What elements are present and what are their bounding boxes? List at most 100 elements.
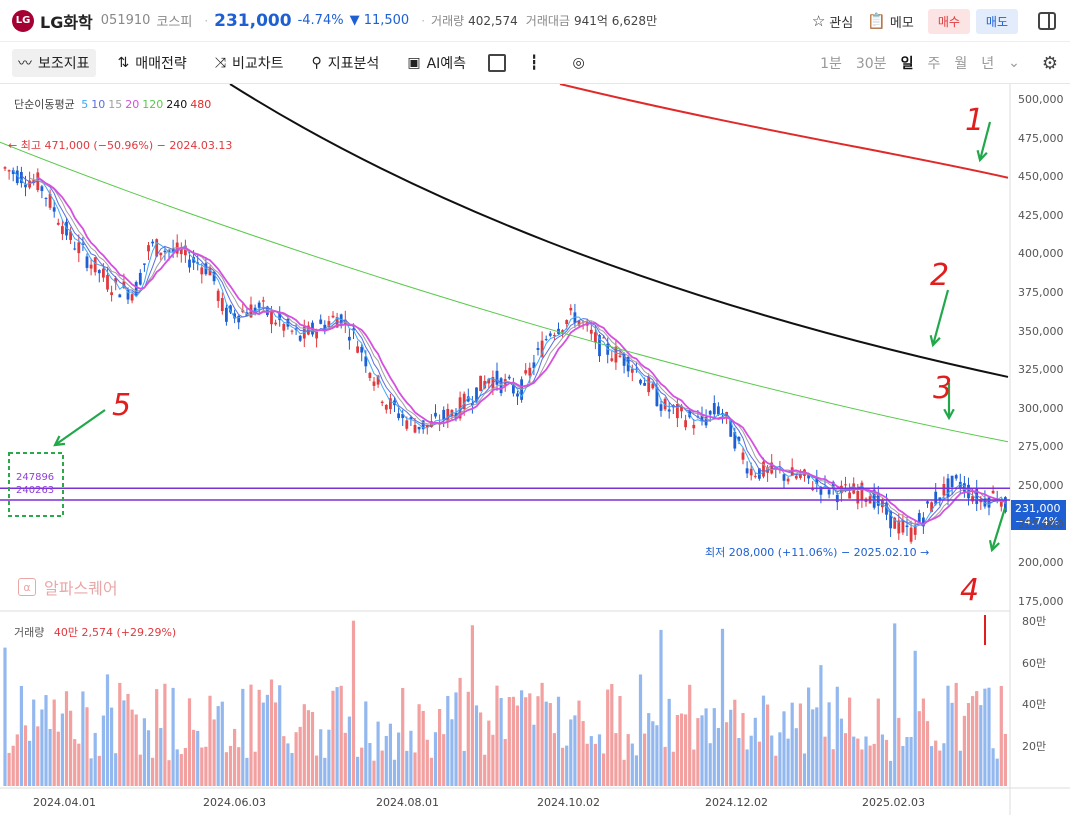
candle-body [749,468,753,476]
ma-legend-item[interactable]: 480 [190,98,211,111]
volume-bar [897,717,901,786]
y-axis-tick: 175,000 [1018,594,1064,608]
watch-button[interactable]: ☆ 관심 [812,12,853,31]
volume-bar [499,698,503,786]
period-week[interactable]: 주 [927,53,940,73]
volume-bar [995,758,999,786]
ma-legend-item[interactable]: 20 [125,98,139,111]
candle-body [188,259,191,268]
volume-bar [7,752,11,786]
memo-button[interactable]: 📋 메모 [867,12,914,31]
volume-bar [966,703,971,786]
volume-bar [761,695,766,786]
volume-bar [946,685,950,786]
period-year[interactable]: 년 [981,53,994,73]
volume-bar [286,743,290,786]
candle-body [753,475,757,477]
volume-bar [159,727,163,786]
volume-bar [643,733,647,786]
candle-body [405,420,409,429]
candle-body [548,333,552,336]
ai-predict-button[interactable]: ▣ AI예측 [401,49,472,77]
chevron-down-icon[interactable]: ⌄ [1008,55,1020,71]
volume-bar [196,730,200,786]
period-day[interactable]: 일 [901,53,914,73]
ma-legend-item[interactable]: 10 [91,98,105,111]
volume-bar [790,702,794,786]
side-panel-icon[interactable] [1038,12,1056,30]
candle-body [106,275,109,290]
volume-bar [167,760,171,786]
volume-bar [798,703,802,786]
gear-icon[interactable]: ⚙ [1042,53,1058,74]
candle-body [257,302,261,308]
x-axis-tick: 2025.02.03 [862,796,925,809]
period-1min[interactable]: 1분 [820,53,842,73]
volume-bar [425,739,429,786]
x-axis-tick: 2024.04.01 [33,796,96,809]
ma-legend-item[interactable]: 240 [166,98,187,111]
ma-legend-item[interactable]: 5 [81,98,88,111]
volume-bar [417,704,421,786]
y-axis-tick: 375,000 [1018,286,1064,299]
volume-bar [376,721,380,786]
buy-button[interactable]: 매수 [927,8,970,34]
volume-bar [577,700,581,786]
ma-legend-item[interactable]: 15 [108,98,122,111]
candle-body [97,270,101,274]
volume-bar [212,719,216,786]
watermark-text: 알파스퀘어 [44,579,118,598]
y-axis-tick: 250,000 [1018,479,1064,492]
analysis-button[interactable]: ⚲ 지표분석 [306,49,386,77]
y-axis-tick: 225,000 [1018,517,1064,531]
period-month[interactable]: 월 [954,53,967,73]
compare-button[interactable]: ⤨ 비교차트 [209,49,290,77]
y-axis-tick: 450,000 [1018,170,1064,184]
volume-bar [651,721,655,786]
volume-bar [921,698,925,786]
volume-bar [938,750,942,786]
y-axis-tick: 400,000 [1018,247,1064,261]
volume-bar [753,717,757,786]
candle-body [717,406,720,415]
volume-bar [511,696,515,786]
price-chart[interactable]: 1 2 3 4 5 [0,84,1070,815]
volume-bar [843,733,848,786]
strategy-button[interactable]: ⇅ 매매전략 [112,49,193,77]
chart-type-square-icon[interactable] [488,53,507,72]
volume-bar [56,731,60,786]
volume-bar [716,727,720,786]
x-axis-tick: 2024.10.02 [537,796,600,809]
period-30min[interactable]: 30분 [856,53,887,73]
volume-bar [220,701,224,786]
volume-bar [729,709,733,786]
volume-bar [786,738,790,786]
volume-bar [19,685,23,786]
volume-bar [200,747,204,786]
ma-240-line [229,84,1009,378]
y-axis-tick: 350,000 [1018,324,1064,338]
candle-body [61,226,64,235]
ma-5-line [12,170,1006,528]
volume-bar [69,710,73,786]
volume-bar [733,699,737,786]
candle-body [942,484,946,496]
volume-bar [36,726,40,786]
sell-button[interactable]: 매도 [975,8,1018,34]
low-price-label: 최저 208,000 (+11.06%) − 2025.02.10 → [705,546,930,559]
volume-bar [704,708,708,786]
volume-bar [782,711,786,786]
stock-code: 051910 [100,13,151,28]
volume-bar [97,755,101,786]
screenshot-button[interactable]: ◎ [566,51,596,75]
annotation-arrow-5 [54,409,106,446]
candle-type-button[interactable]: ┇ [524,51,550,75]
indicators-button[interactable]: 〰 보조지표 [12,48,96,77]
candle-body [794,475,798,479]
candle-body [905,525,909,528]
ma-legend-item[interactable]: 120 [142,98,163,111]
y-axis-tick: 325,000 [1018,363,1064,377]
volume-bar [663,746,667,786]
volume-bar [708,743,712,786]
volume-bar [872,743,876,786]
